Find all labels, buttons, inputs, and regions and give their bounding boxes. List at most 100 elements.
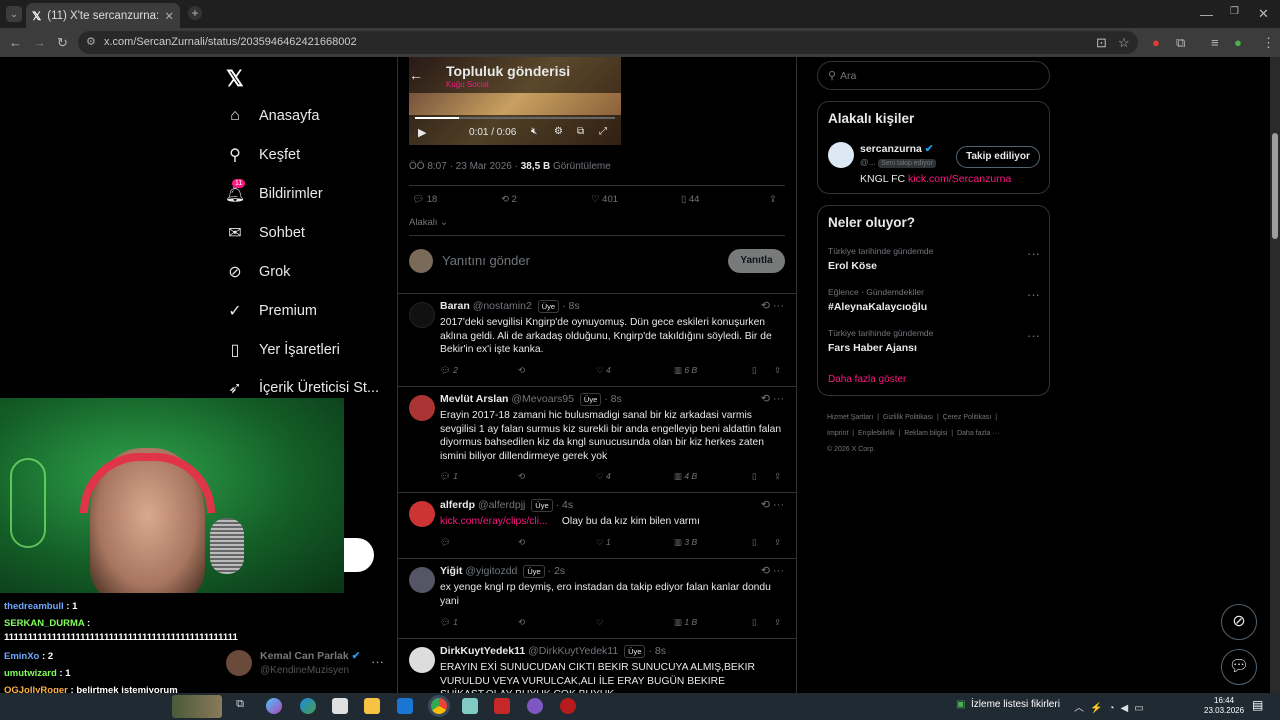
reply-action-button[interactable]: 💬︎ bbox=[440, 537, 451, 548]
bookmark-action-icon[interactable]: ▯ bbox=[752, 471, 757, 482]
share-action-icon[interactable]: ⇪ bbox=[774, 365, 781, 376]
views-stat[interactable]: ▥ 6 B bbox=[674, 365, 697, 376]
bookmark-action-icon[interactable]: ▯ bbox=[752, 365, 757, 376]
avatar[interactable] bbox=[828, 142, 854, 168]
widget-notification[interactable]: ▣ İzleme listesi fikirleri bbox=[956, 699, 1060, 710]
trend-item[interactable]: Türkiye tarihinde gündemde Fars Haber Aj… bbox=[828, 328, 1040, 354]
reply-button[interactable]: Yanıtla bbox=[728, 249, 785, 273]
folder-icon[interactable] bbox=[364, 698, 380, 714]
more-options-icon[interactable]: ⟲ ··· bbox=[761, 299, 784, 312]
minimize-icon[interactable]: — bbox=[1200, 8, 1213, 21]
repost-action-button[interactable]: ⟲ bbox=[518, 617, 525, 628]
footer-link[interactable]: Hizmet Şartları bbox=[827, 414, 873, 421]
avatar[interactable] bbox=[409, 395, 435, 421]
notification-center-icon[interactable]: ▤ bbox=[1252, 698, 1263, 712]
avatar[interactable] bbox=[409, 647, 435, 673]
trend-more-icon[interactable]: ··· bbox=[1027, 287, 1040, 302]
sort-dropdown[interactable]: Alakalı ⌄ bbox=[409, 217, 448, 228]
nav-item-grok[interactable]: ⊘ Grok bbox=[226, 263, 290, 281]
chrome-icon[interactable] bbox=[428, 695, 450, 717]
following-button[interactable]: Takip ediliyor bbox=[956, 146, 1040, 168]
reply-item[interactable]: Yiğit @yigitozdd Üye · 2s ⟲ ··· ex yenge … bbox=[398, 558, 796, 638]
bookmark-count-button[interactable]: ▯ 44 bbox=[681, 194, 699, 205]
like-count-button[interactable]: ♡ 401 bbox=[591, 194, 618, 205]
copilot-icon[interactable] bbox=[266, 698, 282, 714]
search-box[interactable]: ⚲ Ara bbox=[817, 61, 1050, 90]
chevron-up-icon[interactable]: ︿ bbox=[1074, 703, 1090, 714]
new-tab-icon[interactable]: + bbox=[188, 6, 202, 20]
mute-icon[interactable]: 🔇︎ bbox=[531, 126, 537, 137]
share-icon[interactable]: ⇪ bbox=[769, 194, 777, 205]
back-icon[interactable]: ← bbox=[9, 36, 22, 49]
reload-icon[interactable]: ↻ bbox=[57, 36, 68, 49]
trend-more-icon[interactable]: ··· bbox=[1027, 328, 1040, 343]
footer-link[interactable]: Erişilebilirlik bbox=[858, 430, 895, 437]
chat-floating-button[interactable]: 💬︎ bbox=[1221, 649, 1257, 685]
footer-link[interactable]: Daha fazla ··· bbox=[957, 430, 999, 437]
community-name[interactable]: Kuğu Social bbox=[446, 80, 489, 89]
pip-icon[interactable]: ⧉ bbox=[577, 126, 584, 137]
settings-icon[interactable]: ⚙ bbox=[554, 126, 563, 137]
trend-more-icon[interactable]: ··· bbox=[1027, 246, 1040, 261]
share-action-icon[interactable]: ⇪ bbox=[774, 617, 781, 628]
like-action-button[interactable]: ♡ 4 bbox=[596, 365, 611, 376]
clip-link[interactable]: kick.com/eray/clips/cli... bbox=[440, 516, 548, 527]
edge-icon[interactable] bbox=[300, 698, 316, 714]
reply-item[interactable]: Mevlüt Arslan @Mevoars95 Üye · 8s ⟲ ··· E… bbox=[398, 386, 796, 492]
task-view-icon[interactable]: ⧉ bbox=[232, 698, 248, 714]
nav-item-explore[interactable]: ⚲ Keşfet bbox=[226, 146, 300, 164]
related-name[interactable]: sercanzurna ✔ bbox=[860, 143, 934, 155]
network-icon[interactable]: ⚡ bbox=[1090, 703, 1108, 714]
nav-item-premium[interactable]: ✓ Premium bbox=[226, 302, 317, 320]
trend-item[interactable]: Eğlence · Gündemdekiler #AleynaKalaycıoğ… bbox=[828, 287, 1040, 313]
avatar[interactable] bbox=[409, 302, 435, 328]
reply-author[interactable]: Yiğit bbox=[440, 565, 462, 577]
bio-link[interactable]: kick.com/Sercanzurna bbox=[908, 173, 1011, 185]
scrollbar-thumb[interactable] bbox=[1272, 133, 1278, 239]
app-icon[interactable] bbox=[462, 698, 478, 714]
grok-floating-button[interactable]: ⊘ bbox=[1221, 604, 1257, 640]
views-stat[interactable]: ▥ 1 B bbox=[674, 617, 697, 628]
like-action-button[interactable]: ♡ bbox=[596, 617, 604, 628]
wifi-icon[interactable]: ◔ bbox=[1108, 703, 1120, 714]
bookmark-star-icon[interactable]: ☆ bbox=[1118, 36, 1130, 49]
reply-author[interactable]: DirkKuytYedek11 bbox=[440, 645, 525, 657]
clock[interactable]: 16:44 23.03.2026 bbox=[1204, 696, 1244, 716]
outlook-icon[interactable] bbox=[397, 698, 413, 714]
app-icon[interactable] bbox=[527, 698, 543, 714]
media-icon[interactable]: ≡ bbox=[1211, 36, 1219, 49]
avatar[interactable] bbox=[409, 501, 435, 527]
repost-action-button[interactable]: ⟲ bbox=[518, 365, 525, 376]
reply-author[interactable]: alferdp bbox=[440, 499, 475, 511]
site-info-icon[interactable]: ⚙ bbox=[86, 31, 96, 54]
progress-bar[interactable] bbox=[415, 117, 615, 119]
reply-item[interactable]: alferdp @alferdpjj Üye · 4s ⟲ ··· kick.co… bbox=[398, 492, 796, 558]
more-options-icon[interactable]: ⟲ ··· bbox=[761, 564, 784, 577]
like-action-button[interactable]: ♡ 4 bbox=[596, 471, 611, 482]
restore-icon[interactable]: ❐ bbox=[1230, 7, 1239, 17]
profile-icon[interactable]: ● bbox=[1234, 36, 1242, 49]
views-stat[interactable]: ▥ 3 B bbox=[674, 537, 697, 548]
store-icon[interactable] bbox=[332, 698, 348, 714]
volume-icon[interactable]: ◀ bbox=[1121, 703, 1135, 714]
nav-item-home[interactable]: ⌂ Anasayfa bbox=[226, 107, 319, 125]
reply-author[interactable]: Mevlüt Arslan bbox=[440, 393, 508, 405]
like-action-button[interactable]: ♡ 1 bbox=[596, 537, 611, 548]
share-action-icon[interactable]: ⇪ bbox=[774, 537, 781, 548]
share-action-icon[interactable]: ⇪ bbox=[774, 471, 781, 482]
app-icon[interactable] bbox=[560, 698, 576, 714]
footer-link[interactable]: Imprint bbox=[827, 430, 848, 437]
show-more-link[interactable]: Daha fazla göster bbox=[828, 374, 906, 385]
reply-action-button[interactable]: 💬︎ 1 bbox=[440, 471, 458, 482]
fullscreen-icon[interactable]: ⤢ bbox=[599, 126, 607, 137]
bookmark-action-icon[interactable]: ▯ bbox=[752, 537, 757, 548]
footer-link[interactable]: Çerez Politikası bbox=[943, 414, 992, 421]
trend-item[interactable]: Türkiye tarihinde gündemde Erol Köse ··· bbox=[828, 246, 1040, 272]
battery-icon[interactable]: ▭ bbox=[1134, 703, 1149, 714]
footer-link[interactable]: Gizlilik Politikası bbox=[883, 414, 933, 421]
taskbar-thumbnail[interactable] bbox=[172, 695, 222, 718]
nav-item-chat[interactable]: ✉ Sohbet bbox=[226, 224, 305, 242]
page-scrollbar[interactable] bbox=[1270, 57, 1280, 693]
x-logo-icon[interactable]: 𝕏 bbox=[226, 66, 244, 92]
reply-item[interactable]: DirkKuytYedek11 @DirkKuytYedek11 Üye · 8s… bbox=[398, 638, 796, 693]
